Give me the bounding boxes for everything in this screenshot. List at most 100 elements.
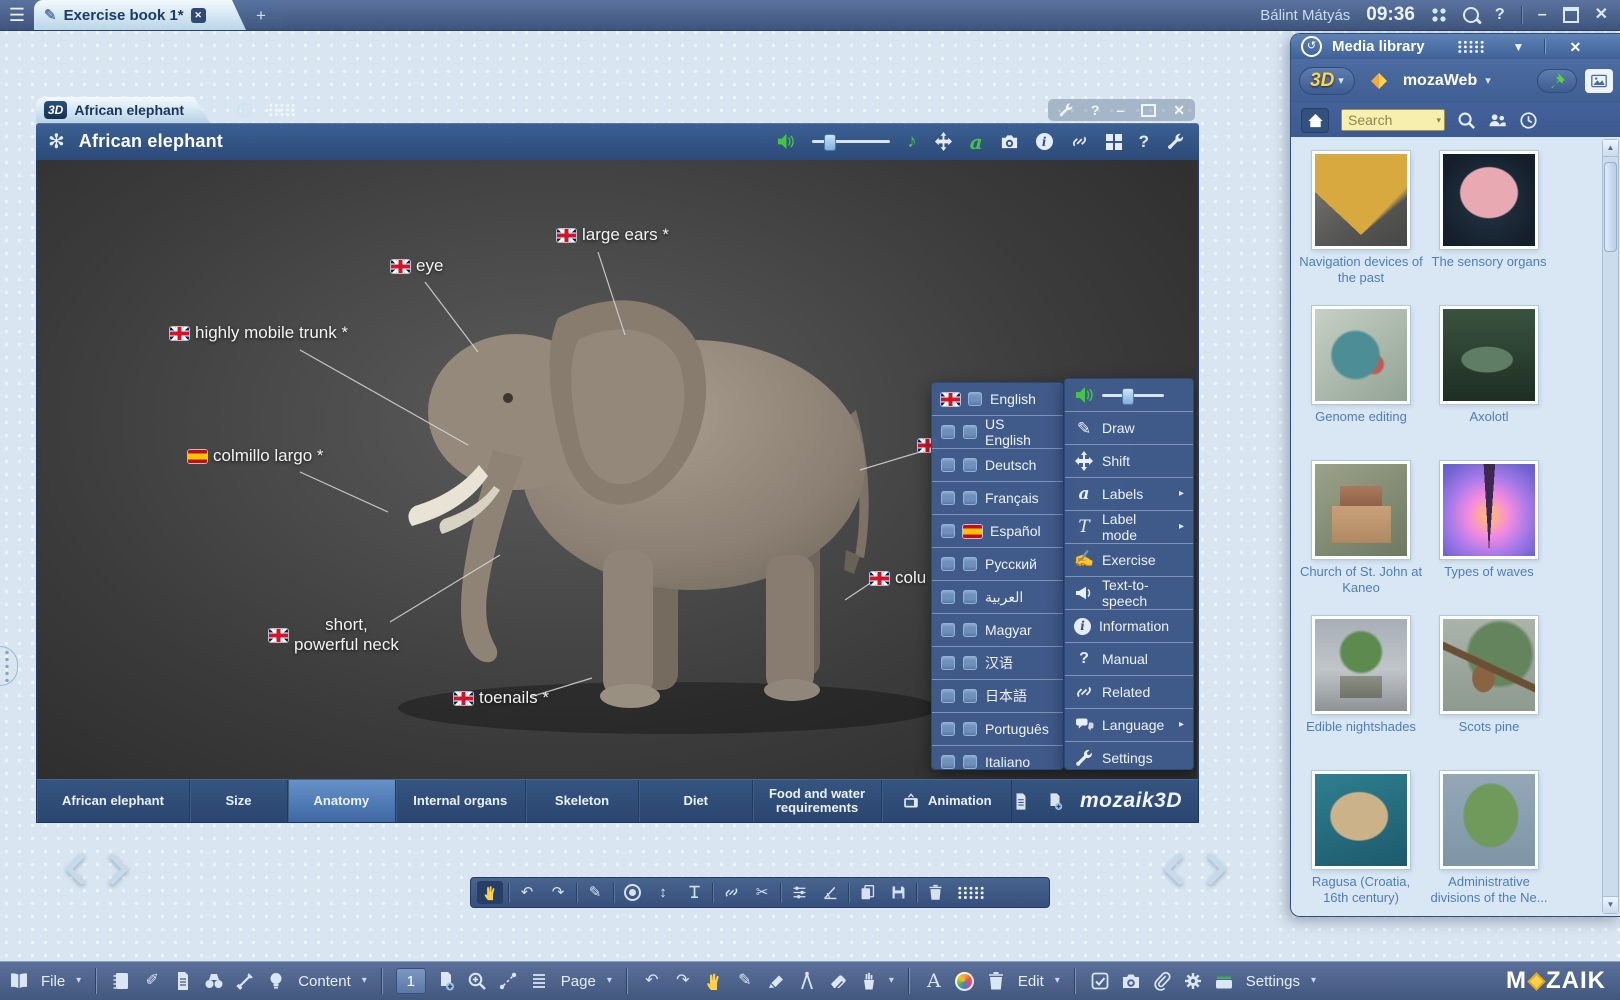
- volume-slider[interactable]: [812, 140, 890, 143]
- menu-item-settings[interactable]: Settings: [1065, 742, 1193, 774]
- description-icon[interactable]: [1012, 792, 1030, 811]
- checkbox[interactable]: [941, 755, 955, 769]
- prev-page-arrow[interactable]: [60, 853, 94, 885]
- minimize-button[interactable]: –: [1538, 7, 1547, 23]
- menu-item-english[interactable]: English: [932, 383, 1063, 416]
- menu-item-information[interactable]: i Information: [1065, 610, 1193, 643]
- hand-tool[interactable]: [703, 970, 725, 992]
- menu-item-chinese[interactable]: 汉语: [932, 647, 1063, 680]
- drag-dots-icon[interactable]: [1457, 40, 1485, 54]
- tab-anatomy[interactable]: Anatomy: [288, 780, 396, 822]
- thumbnail-types-of-waves[interactable]: [1440, 461, 1538, 559]
- tools-icon[interactable]: [234, 970, 256, 992]
- file-menu[interactable]: File: [41, 973, 65, 990]
- checkbox[interactable]: [941, 656, 955, 670]
- label-eye[interactable]: eye: [391, 256, 443, 276]
- label-legs-partial[interactable]: colu: [870, 568, 926, 588]
- pin-button[interactable]: [1537, 69, 1577, 93]
- ideas-icon[interactable]: [265, 970, 287, 992]
- list-item[interactable]: Church of St. John at Kaneo: [1297, 461, 1425, 616]
- context-volume-slider[interactable]: [1102, 394, 1164, 397]
- layout-grid-icon[interactable]: [1106, 134, 1122, 150]
- menu-item-francais[interactable]: Français: [932, 482, 1063, 515]
- back-icon[interactable]: ↺: [1301, 36, 1322, 57]
- image-library-button[interactable]: [1585, 69, 1613, 93]
- list-item[interactable]: Scots pine: [1425, 616, 1553, 771]
- menu-item-manual[interactable]: ? Manual: [1065, 643, 1193, 676]
- manual-icon[interactable]: ?: [1139, 133, 1149, 150]
- source-3d-button[interactable]: 3D ▾: [1299, 67, 1355, 95]
- music-icon[interactable]: ♪: [907, 132, 917, 151]
- menu-item-label-mode[interactable]: T Label mode▸: [1065, 511, 1193, 544]
- document-icon[interactable]: [172, 970, 194, 992]
- scrollbar[interactable]: ▲ ▼: [1602, 139, 1619, 914]
- checkbox[interactable]: [941, 524, 955, 538]
- scroll-up-icon[interactable]: ▲: [1603, 140, 1618, 157]
- viewer-3d-scene[interactable]: large ears * eye highly mobile trunk * c…: [36, 160, 1199, 779]
- label-large-ears[interactable]: large ears *: [557, 225, 669, 245]
- thumbnail-genome-editing[interactable]: [1312, 306, 1410, 404]
- thumbnail-edible-nightshades[interactable]: [1312, 616, 1410, 714]
- gear-icon[interactable]: [1182, 970, 1204, 992]
- checkbox[interactable]: [941, 722, 955, 736]
- checkbox[interactable]: [941, 491, 955, 505]
- apps-grid-icon[interactable]: [1431, 7, 1447, 23]
- menu-item-language[interactable]: Language▸: [1065, 709, 1193, 742]
- tab-african-elephant[interactable]: African elephant: [37, 780, 190, 822]
- list-item[interactable]: Administrative divisions of the Ne...: [1425, 771, 1553, 916]
- globe-icon[interactable]: [236, 101, 254, 119]
- redo-button[interactable]: ↷: [545, 881, 571, 904]
- list-item[interactable]: Edible nightshades: [1297, 616, 1425, 771]
- save-tool[interactable]: [885, 881, 911, 904]
- checkbox[interactable]: [963, 458, 977, 472]
- viewer-maximize-button[interactable]: [1141, 104, 1156, 117]
- trash-tool[interactable]: [985, 970, 1007, 992]
- checkbox[interactable]: [963, 557, 977, 571]
- hand-tool[interactable]: [477, 881, 503, 904]
- thumbnail-scots-pine[interactable]: [1440, 616, 1538, 714]
- compass-tool[interactable]: [796, 970, 818, 992]
- flip-vertical-tool[interactable]: ↕: [650, 881, 676, 904]
- pen-cup-tool[interactable]: [858, 970, 880, 992]
- checkbox[interactable]: [963, 491, 977, 505]
- user-name[interactable]: Bálint Mátyás: [1260, 7, 1350, 24]
- scroll-thumb[interactable]: [1604, 162, 1617, 252]
- menu-item-italiano[interactable]: Italiano: [932, 746, 1063, 778]
- thumbnail-church-kaneo[interactable]: [1312, 461, 1410, 559]
- menu-item-magyar[interactable]: Magyar: [932, 614, 1063, 647]
- list-item[interactable]: The sensory organs: [1425, 151, 1553, 306]
- link-tool[interactable]: [718, 881, 744, 904]
- uk-flag-icon[interactable]: [454, 692, 473, 705]
- thumbnail-sensory-organs[interactable]: [1440, 151, 1538, 249]
- prev-page-arrow[interactable]: [1158, 853, 1192, 885]
- camera-icon[interactable]: [1000, 132, 1019, 151]
- related-link-icon[interactable]: [1070, 132, 1089, 151]
- history-icon[interactable]: [1519, 111, 1538, 130]
- checkbox[interactable]: [941, 425, 955, 439]
- checkbox[interactable]: [941, 458, 955, 472]
- new-tab-button[interactable]: +: [240, 2, 282, 28]
- volume-slider-thumb[interactable]: [824, 134, 836, 151]
- drawer-icon[interactable]: [1213, 970, 1235, 992]
- scroll-down-icon[interactable]: ▼: [1603, 896, 1618, 913]
- list-item[interactable]: Types of waves: [1425, 461, 1553, 616]
- thumbnail-axolotl[interactable]: [1440, 306, 1538, 404]
- homework-icon[interactable]: ✐: [141, 970, 163, 992]
- home-button[interactable]: [1301, 108, 1329, 133]
- exercise-book-tab[interactable]: ✎ Exercise book 1* ✕: [34, 0, 246, 30]
- uk-flag-icon[interactable]: [557, 229, 576, 242]
- thumbnail-navigation-devices[interactable]: [1312, 151, 1410, 249]
- eraser-tool[interactable]: [827, 970, 849, 992]
- label-neck[interactable]: short, powerful neck: [269, 615, 399, 655]
- menu-item-related[interactable]: Related: [1065, 676, 1193, 709]
- search-icon[interactable]: [1463, 7, 1479, 23]
- page-list-icon[interactable]: [528, 970, 550, 992]
- menu-item-japanese[interactable]: 日本語: [932, 680, 1063, 713]
- list-item[interactable]: Ragusa (Croatia, 16th century): [1297, 771, 1425, 916]
- drag-dots-icon[interactable]: [268, 103, 296, 117]
- menu-item-russian[interactable]: Русский: [932, 548, 1063, 581]
- settings-menu[interactable]: Settings: [1246, 973, 1300, 990]
- list-item[interactable]: Navigation devices of the past: [1297, 151, 1425, 306]
- main-menu-icon[interactable]: ☰: [0, 5, 34, 26]
- label-toenails[interactable]: toenails *: [454, 688, 549, 708]
